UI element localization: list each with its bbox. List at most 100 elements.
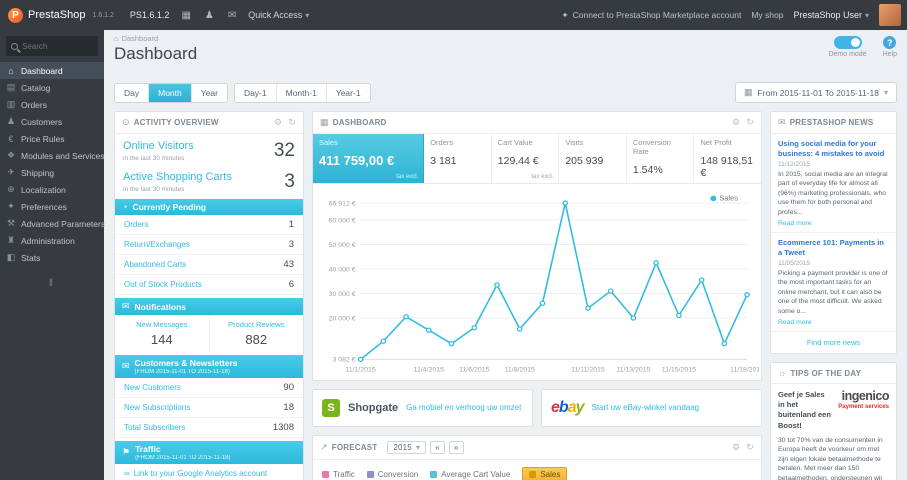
product-reviews-cell[interactable]: Product Reviews 882 [210, 315, 304, 352]
legend-swatch [366, 471, 374, 478]
ebay-letter: a [567, 399, 577, 416]
refresh-icon[interactable]: ↻ [746, 117, 754, 128]
gear-icon[interactable]: ⚙ [274, 117, 282, 128]
kpi-conversion-rate-tab[interactable]: Conversion Rate 1.54% [627, 134, 695, 183]
range-day-button[interactable]: Day [115, 83, 150, 102]
customers-quick-icon[interactable]: ♟ [203, 10, 216, 21]
orders-icon: ▥ [6, 99, 16, 109]
gear-icon[interactable]: ⚙ [732, 117, 740, 128]
search-input[interactable] [22, 41, 92, 51]
legend-traffic[interactable]: Traffic [322, 470, 355, 479]
sidebar-item-modules[interactable]: ❖ Modules and Services [0, 147, 105, 164]
help-icon[interactable]: ? [883, 36, 897, 49]
forecast-prev-button[interactable]: « [430, 441, 445, 454]
date-range-picker[interactable]: ▦ From 2015-11-01 To 2015-11-18 ▾ [735, 82, 897, 103]
total-subscribers-row[interactable]: Total Subscribers 1308 [115, 418, 303, 438]
demo-mode-toggle[interactable] [833, 36, 862, 49]
shop-name[interactable]: PS1.6.1.2 [130, 10, 170, 20]
sidebar-item-advanced-parameters[interactable]: ⚒ Advanced Parameters [0, 215, 105, 232]
sidebar-item-preferences[interactable]: ✦ Preferences [0, 198, 104, 215]
kpi-cart-value-tab[interactable]: Cart Value 129,44 € tax excl. [492, 134, 560, 183]
kpi-visits-tab[interactable]: Visits 205 939 [559, 134, 627, 183]
shipping-icon: ✈ [7, 167, 15, 177]
kpi-value: 148 918,51 € [700, 155, 754, 179]
range-month-1-button[interactable]: Month-1 [276, 83, 327, 102]
marketplace-link[interactable]: ✦ Connect to PrestaShop Marketplace acco… [562, 10, 742, 21]
news-item-title[interactable]: Ecommerce 101: Payments in a Tweet [778, 238, 889, 258]
activity-overview-panel: ⊙ ACTIVITY OVERVIEW ⚙ ↻ Online Visitors … [114, 111, 304, 480]
kpi-label: Conversion Rate [632, 138, 671, 156]
my-shop-link[interactable]: My shop [751, 10, 783, 20]
ebay-link[interactable]: Start uw eBay-winkel vandaag [592, 403, 700, 413]
legend-sales[interactable]: Sales [522, 467, 568, 480]
range-month-button[interactable]: Month [149, 83, 192, 102]
legend-conversion[interactable]: Conversion [366, 470, 419, 479]
main-content: ⌂ Dashboard Dashboard Demo mode ? Help D… [104, 30, 907, 480]
breadcrumb[interactable]: ⌂ Dashboard [114, 34, 197, 43]
user-avatar[interactable] [879, 4, 901, 26]
range-year-1-button[interactable]: Year-1 [326, 83, 370, 102]
active-carts-stat[interactable]: Active Shopping Carts in the last 30 min… [115, 165, 303, 196]
clock-icon: ◔ [122, 202, 128, 212]
sidebar-item-catalog[interactable]: ▤ Catalog [0, 79, 104, 96]
new-customers-row[interactable]: New Customers 90 [115, 378, 303, 398]
shopgate-link[interactable]: Ga mobiel en verhoog uw omzet [406, 403, 521, 413]
notifications-header: ✉ Notifications [115, 298, 303, 315]
new-subscriptions-row[interactable]: New Subscriptions 18 [115, 398, 303, 418]
gear-icon[interactable]: ⚙ [732, 442, 740, 453]
legend-average-cart-value[interactable]: Average Cart Value [430, 470, 510, 479]
sidebar-item-orders[interactable]: ▥ Orders [0, 96, 104, 113]
forecast-year-select[interactable]: 2015 ▾ [387, 441, 427, 454]
orders-quick-icon[interactable]: ▦ [179, 10, 192, 21]
sidebar-item-administration[interactable]: ♜ Administration [0, 232, 104, 249]
svg-text:11/13/2015: 11/13/2015 [616, 367, 650, 374]
sidebar-item-price-rules[interactable]: € Price Rules [0, 130, 104, 147]
quick-access-menu[interactable]: Quick Access ▾ [248, 10, 309, 20]
messages-quick-icon[interactable]: ✉ [226, 10, 238, 21]
refresh-icon[interactable]: ↻ [746, 442, 754, 453]
new-messages-cell[interactable]: New Messages 144 [115, 315, 210, 352]
kpi-value: 1.54% [632, 164, 663, 176]
localization-icon: ⊕ [7, 184, 15, 194]
row-value: 90 [283, 382, 294, 393]
sidebar-collapse-button[interactable]: ‖ [0, 278, 104, 289]
sidebar-item-dashboard[interactable]: ⌂ Dashboard [0, 62, 104, 79]
pending-abandoned-carts-row[interactable]: Abandoned Carts 43 [115, 255, 303, 275]
kpi-net-profit-tab[interactable]: Net Profit 148 918,51 € [694, 134, 761, 183]
pending-returns-row[interactable]: Return/Exchanges 3 [115, 235, 303, 255]
legend-label: Conversion [377, 470, 419, 479]
sales-chart: 66 912 € 60 000 € 50 000 € 40 000 € 30 000 €… [329, 194, 759, 374]
sidebar-item-shipping[interactable]: ✈ Shipping [0, 164, 104, 181]
range-day-1-button[interactable]: Day-1 [234, 83, 277, 102]
quick-access-label: Quick Access [248, 10, 303, 20]
prestashop-logo[interactable]: P PrestaShop 1.6.1.2 [8, 7, 114, 23]
pending-out-of-stock-row[interactable]: Out of Stock Products 6 [115, 275, 303, 295]
sidebar-item-localization[interactable]: ⊕ Localization [0, 181, 104, 198]
read-more-link[interactable]: Read more [778, 220, 812, 227]
news-item-title[interactable]: Using social media for your business: 4 … [778, 139, 889, 159]
read-more-link[interactable]: Read more [778, 319, 812, 326]
forecast-next-button[interactable]: » [448, 441, 464, 454]
find-more-news-link[interactable]: Find more news [771, 332, 896, 353]
pending-orders-row[interactable]: Orders 1 [115, 215, 303, 235]
online-visitors-stat[interactable]: Online Visitors in the last 30 minutes 3… [115, 134, 303, 165]
svg-text:11/4/2015: 11/4/2015 [414, 367, 445, 374]
shopgate-logo-icon: S [322, 399, 340, 417]
legend-label: Average Cart Value [441, 470, 511, 479]
kpi-orders-tab[interactable]: Orders 3 181 [424, 134, 492, 183]
news-icon: ✉ [778, 117, 786, 127]
user-menu[interactable]: PrestaShop User ▾ [793, 10, 869, 20]
sidebar-item-stats[interactable]: ◧ Stats [0, 249, 104, 266]
range-year-button[interactable]: Year [191, 83, 227, 102]
prestashop-news-panel: ✉ PRESTASHOP NEWS Using social media for… [770, 111, 897, 355]
shopgate-promo[interactable]: S Shopgate Ga mobiel en verhoog uw omzet [312, 389, 533, 427]
google-analytics-link[interactable]: ∞ Link to your Google Analytics account [115, 464, 303, 480]
refresh-icon[interactable]: ↻ [288, 117, 296, 128]
kpi-sales-tab[interactable]: Sales 411 759,00 € tax excl. [313, 134, 425, 183]
ebay-promo[interactable]: ebay Start uw eBay-winkel vandaag [541, 389, 762, 427]
sidebar-item-customers[interactable]: ♟ Customers [0, 113, 104, 130]
news-item-excerpt: In 2015, social media are an integral pa… [778, 170, 888, 216]
dashboard-panel: ▦ DASHBOARD ⚙ ↻ Sales 411 759,00 € tax e… [312, 111, 762, 381]
row-label: Orders [124, 220, 149, 229]
sidebar-search [6, 36, 98, 56]
